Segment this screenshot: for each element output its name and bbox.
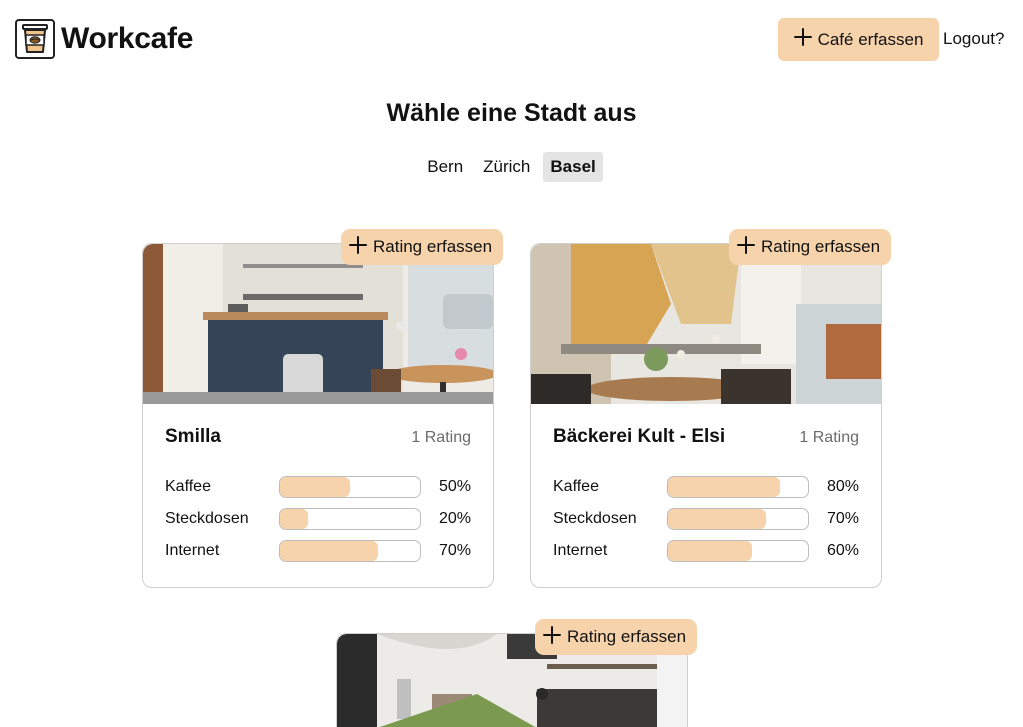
metric-label: Steckdosen [553, 510, 637, 527]
cafe-name: Bäckerei Kult - Elsi [553, 426, 726, 447]
plus-icon [737, 235, 755, 259]
plus-icon [793, 28, 812, 51]
add-rating-label: Rating erfassen [761, 237, 881, 256]
page-title: Wähle eine Stadt aus [386, 99, 637, 127]
logout-link[interactable]: Logout? [943, 29, 1004, 49]
cafe-card: Smilla 1 Rating Kaffee 50% Steckdosen 20… [142, 243, 494, 588]
progress-bar-fill [280, 477, 350, 497]
metric-label: Kaffee [553, 478, 599, 495]
progress-bar [279, 508, 421, 530]
progress-bar [667, 508, 809, 530]
add-rating-button[interactable]: Rating erfassen [341, 229, 504, 265]
progress-bar-fill [668, 477, 780, 497]
add-rating-button[interactable]: Rating erfassen [535, 619, 698, 655]
metric-row: Internet 70% [165, 535, 471, 567]
metric-value: 70% [438, 542, 471, 559]
cafe-photo [143, 244, 493, 404]
metric-row: Kaffee 50% [165, 471, 471, 503]
city-selector: Bern Zürich Basel [0, 152, 1023, 182]
metric-value: 70% [826, 510, 859, 527]
metric-row: Steckdosen 20% [165, 503, 471, 535]
city-tab-basel[interactable]: Basel [543, 152, 603, 182]
plus-icon [543, 625, 561, 649]
progress-bar-fill [668, 509, 766, 529]
cafe-photo [531, 244, 881, 404]
rating-count: 1 Rating [411, 429, 471, 446]
metric-label: Internet [165, 542, 220, 559]
city-tab-zurich[interactable]: Zürich [476, 152, 537, 182]
progress-bar [667, 476, 809, 498]
add-rating-button[interactable]: Rating erfassen [729, 229, 892, 265]
progress-bar-fill [668, 541, 752, 561]
city-tab-bern[interactable]: Bern [420, 152, 470, 182]
progress-bar-fill [280, 509, 308, 529]
add-cafe-label: Café erfassen [817, 29, 924, 49]
cafe-name: Smilla [165, 426, 221, 447]
add-rating-label: Rating erfassen [373, 237, 493, 256]
metric-value: 20% [438, 510, 471, 527]
cafe-card: Bäckerei Kult - Elsi 1 Rating Kaffee 80%… [530, 243, 882, 588]
metric-value: 60% [826, 542, 859, 559]
rating-count: 1 Rating [799, 429, 859, 446]
metric-label: Steckdosen [165, 510, 249, 527]
progress-bar [667, 540, 809, 562]
brand-name: Workcafe [61, 22, 194, 55]
metric-row: Internet 60% [553, 535, 859, 567]
coffee-cup-icon [15, 19, 55, 59]
add-rating-label: Rating erfassen [567, 627, 687, 646]
progress-bar [279, 540, 421, 562]
progress-bar-fill [280, 541, 378, 561]
metric-value: 50% [438, 478, 471, 495]
metric-row: Steckdosen 70% [553, 503, 859, 535]
metric-row: Kaffee 80% [553, 471, 859, 503]
metric-label: Internet [553, 542, 608, 559]
metric-label: Kaffee [165, 478, 211, 495]
metric-value: 80% [826, 478, 859, 495]
plus-icon [349, 235, 367, 259]
add-cafe-button[interactable]: Café erfassen [778, 18, 939, 61]
progress-bar [279, 476, 421, 498]
brand-logo[interactable]: Workcafe [15, 19, 193, 59]
